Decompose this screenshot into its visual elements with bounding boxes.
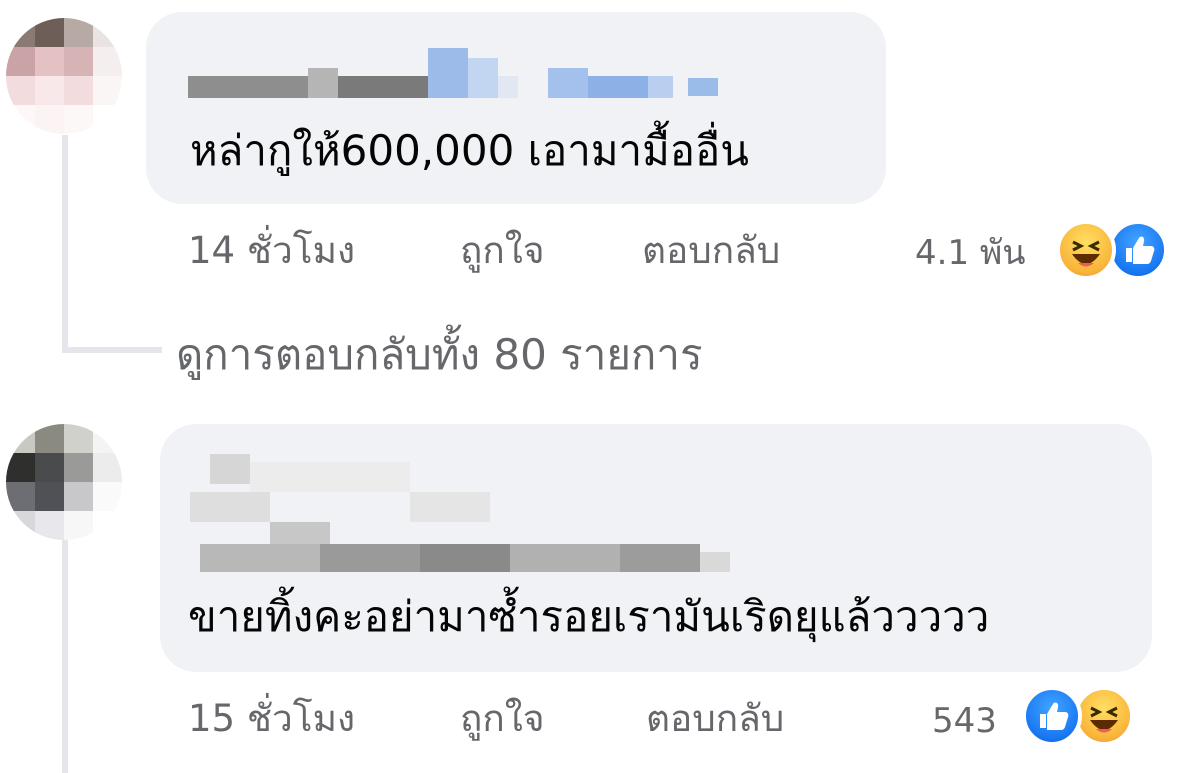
reply-link[interactable]: ตอบกลับ	[642, 232, 780, 269]
avatar[interactable]	[6, 424, 122, 540]
haha-icon	[1056, 220, 1116, 280]
comment-bubble: หล่ากูให้600,000 เอามามื้ออื่น	[146, 12, 886, 204]
commenter-name-redacted[interactable]	[170, 444, 730, 574]
like-link[interactable]: ถูกใจ	[460, 700, 545, 737]
thread-line	[62, 540, 68, 773]
like-icon	[1022, 686, 1082, 746]
comment-timestamp[interactable]: 15 ชั่วโมง	[188, 700, 355, 737]
haha-icon	[1074, 686, 1134, 746]
view-replies-link[interactable]: ดูการตอบกลับทั้ง 80 รายการ	[176, 334, 703, 376]
comment-text: ขายทิ้งคะอย่ามาซ้ำรอยเรามันเริดยุแล้วววว…	[188, 592, 990, 641]
thread-line	[62, 135, 68, 353]
comment-text: หล่ากูให้600,000 เอามามื้ออื่น	[190, 126, 749, 175]
like-link[interactable]: ถูกใจ	[460, 232, 545, 269]
reply-link[interactable]: ตอบกลับ	[646, 700, 784, 737]
comment-timestamp[interactable]: 14 ชั่วโมง	[188, 232, 355, 269]
reaction-count[interactable]: 543	[932, 704, 997, 738]
like-icon	[1108, 220, 1168, 280]
thread-line-branch	[62, 347, 162, 353]
comment-bubble: ขายทิ้งคะอย่ามาซ้ำรอยเรามันเริดยุแล้วววว…	[160, 424, 1152, 672]
reaction-count[interactable]: 4.1 พัน	[915, 236, 1026, 270]
avatar[interactable]	[6, 18, 122, 134]
commenter-name-redacted[interactable]	[188, 48, 728, 104]
